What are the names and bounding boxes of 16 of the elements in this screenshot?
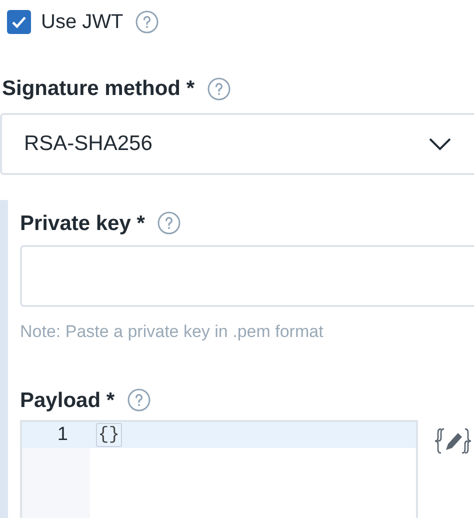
help-icon[interactable] bbox=[135, 10, 160, 34]
edit-braces-icon[interactable] bbox=[434, 426, 472, 456]
checkbox[interactable] bbox=[7, 10, 31, 34]
help-icon[interactable] bbox=[126, 388, 151, 412]
field-label: Payload * bbox=[20, 388, 115, 414]
field-note: Note: Paste a private key in .pem format bbox=[20, 321, 324, 343]
signature-method-select[interactable]: RSA-SHA256 bbox=[0, 112, 474, 174]
help-icon[interactable] bbox=[156, 211, 181, 236]
chevron-down-icon[interactable] bbox=[428, 136, 452, 150]
field-label: Signature method * bbox=[2, 76, 195, 102]
checkbox-label[interactable]: Use JWT bbox=[41, 7, 124, 37]
code-editor[interactable]: 1 {} bbox=[20, 420, 418, 518]
private-key-field[interactable] bbox=[20, 245, 474, 307]
field-label: Private key * bbox=[20, 210, 145, 236]
help-icon[interactable] bbox=[206, 76, 231, 101]
line-number: 1 bbox=[57, 422, 68, 447]
